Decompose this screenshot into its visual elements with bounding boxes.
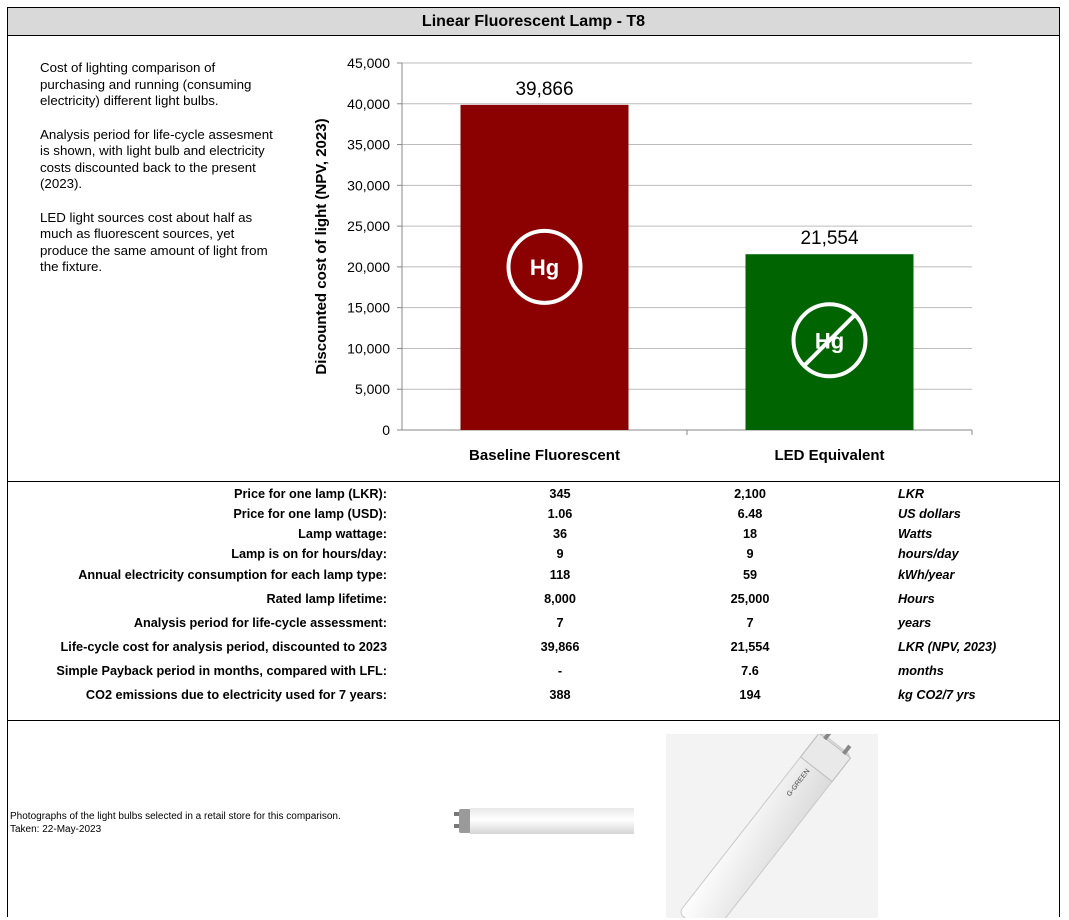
baseline-value: 7 [556, 616, 564, 630]
photo-caption-text: Photographs of the light bulbs selected … [10, 811, 341, 822]
unit-label: Hours [898, 592, 935, 606]
led-value: 7.6 [741, 664, 759, 678]
table-row: Analysis period for life-cycle assessmen… [0, 616, 1069, 636]
row-label: Lamp is on for hours/day: [231, 547, 387, 561]
y-tick-label: 5,000 [355, 381, 390, 397]
row-label: Rated lamp lifetime: [266, 592, 387, 606]
category-label: Baseline Fluorescent [469, 447, 620, 464]
table-photo-divider [7, 720, 1060, 721]
baseline-value: 39,866 [540, 640, 580, 654]
y-tick-label: 30,000 [347, 177, 390, 193]
hg-badge-text: Hg [530, 255, 559, 280]
unit-label: US dollars [898, 507, 961, 521]
row-label: Simple Payback period in months, compare… [56, 664, 387, 678]
unit-label: kWh/year [898, 568, 955, 582]
led-value: 2,100 [734, 487, 766, 501]
y-axis-label: Discounted cost of light (NPV, 2023) [313, 118, 330, 374]
led-value: 59 [742, 568, 758, 582]
baseline-value: 36 [552, 527, 568, 541]
y-tick-label: 35,000 [347, 137, 390, 153]
y-tick-label: 25,000 [347, 218, 390, 234]
unit-label: kg CO2/7 yrs [898, 688, 976, 702]
baseline-value: 1.06 [547, 507, 573, 521]
row-label: Price for one lamp (USD): [233, 507, 387, 521]
photo-caption: Photographs of the light bulbs selected … [10, 810, 341, 836]
row-label: Analysis period for life-cycle assessmen… [133, 616, 387, 630]
sheet-title: Linear Fluorescent Lamp - T8 [7, 7, 1060, 36]
unit-label: LKR [898, 487, 925, 501]
table-row: Lamp wattage: 36 18 Watts [0, 527, 1069, 547]
y-tick-label: 15,000 [347, 300, 390, 316]
led-value: 7 [746, 616, 754, 630]
led-tube-photo: G-GREEN [666, 734, 878, 918]
table-row: CO2 emissions due to electricity used fo… [0, 688, 1069, 708]
table-row: Price for one lamp (USD): 1.06 6.48 US doll… [0, 507, 1069, 527]
led-value: 18 [742, 527, 758, 541]
description-paragraph-3: LED light sources cost about half as muc… [40, 209, 268, 275]
description: Cost of lighting comparison of purchasin… [40, 60, 280, 293]
row-label: Annual electricity consumption for each … [78, 568, 387, 582]
description-paragraph-2: Analysis period for life-cycle assesment… [40, 126, 273, 192]
y-tick-label: 40,000 [347, 96, 390, 112]
baseline-value: 388 [549, 688, 571, 702]
led-value: 9 [746, 547, 754, 561]
unit-label: months [898, 664, 944, 678]
baseline-value: - [557, 664, 563, 678]
row-label: Price for one lamp (LKR): [234, 487, 387, 501]
bar-value-label: 21,554 [800, 228, 859, 249]
unit-label: years [898, 616, 932, 630]
table-row: Simple Payback period in months, compare… [0, 664, 1069, 684]
y-tick-label: 45,000 [347, 55, 390, 71]
cost-bar-chart: 0 5,000 10,000 15,000 20,000 25,000 30,000 35,0… [313, 55, 973, 464]
fluorescent-tube-photo [454, 808, 634, 834]
unit-label: LKR (NPV, 2023) [898, 640, 997, 654]
led-value: 6.48 [737, 507, 763, 521]
led-value: 25,000 [730, 592, 770, 606]
table-row: Rated lamp lifetime: 8,000 25,000 Hours [0, 592, 1069, 612]
row-label: Life-cycle cost for analysis period, dis… [60, 640, 387, 654]
row-label: CO2 emissions due to electricity used fo… [85, 688, 387, 702]
led-value: 194 [739, 688, 761, 702]
table-row: Life-cycle cost for analysis period, dis… [0, 640, 1069, 660]
baseline-value: 9 [556, 547, 564, 561]
unit-label: Watts [898, 527, 933, 541]
description-paragraph-1: Cost of lighting comparison of purchasin… [40, 60, 252, 108]
chart-table-divider [7, 481, 1060, 482]
baseline-value: 345 [549, 487, 571, 501]
table-row: Lamp is on for hours/day: 9 9 hours/day [0, 547, 1069, 567]
led-value: 21,554 [730, 640, 770, 654]
baseline-value: 118 [549, 568, 571, 582]
table-row: Price for one lamp (LKR): 345 2,100 LKR [0, 487, 1069, 507]
category-label: LED Equivalent [774, 447, 884, 464]
row-label: Lamp wattage: [298, 527, 387, 541]
table-row: Annual electricity consumption for each … [0, 568, 1069, 588]
photo-caption-date: Taken: 22-May-2023 [10, 824, 102, 835]
baseline-value: 8,000 [544, 592, 576, 606]
y-tick-label: 20,000 [347, 259, 390, 275]
bar-value-label: 39,866 [515, 79, 573, 100]
unit-label: hours/day [898, 547, 959, 561]
y-tick-label: 0 [382, 422, 390, 438]
y-tick-label: 10,000 [347, 340, 390, 356]
